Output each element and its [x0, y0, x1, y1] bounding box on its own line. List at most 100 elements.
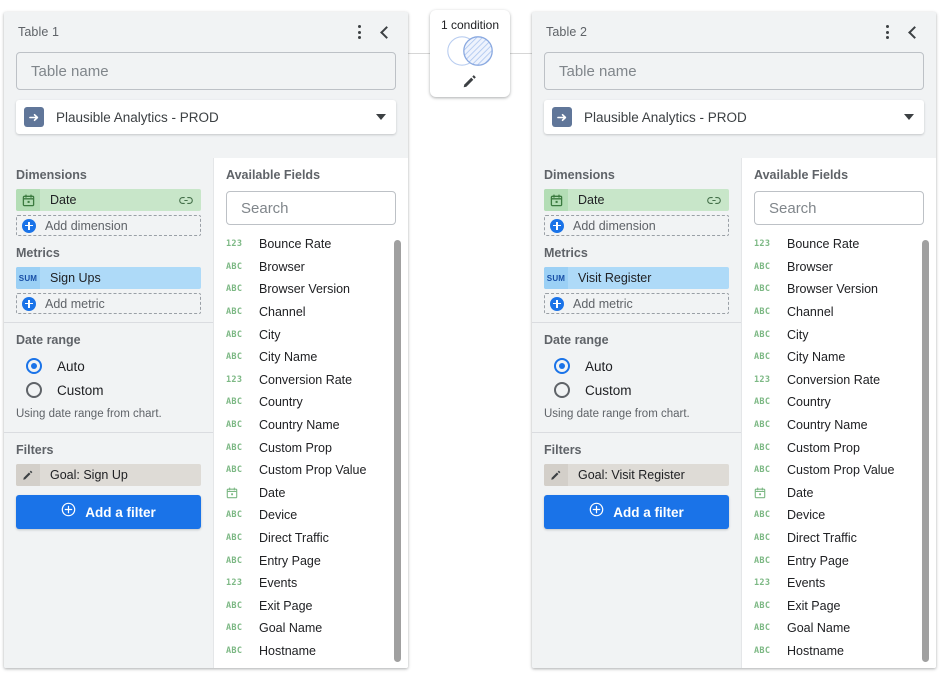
field-list-item[interactable]: ABCCustom Prop Value [226, 459, 408, 482]
field-list-item[interactable]: ABCCustom Prop [754, 436, 936, 459]
field-list-item[interactable]: ABCGoal Name [226, 617, 408, 640]
field-label: Browser [259, 260, 305, 274]
number-type-icon: 123 [754, 375, 778, 385]
chevron-left-icon[interactable] [372, 19, 398, 45]
field-list-item[interactable]: ABCExit Page [754, 595, 936, 618]
calendar-type-icon [754, 487, 778, 499]
field-list-item[interactable]: ABCBrowser [754, 256, 936, 279]
field-list-item[interactable]: ABCCountry Name [754, 414, 936, 437]
field-list-item[interactable]: ABCDirect Traffic [226, 527, 408, 550]
field-list-item[interactable]: ABCDevice [226, 504, 408, 527]
field-list-item[interactable]: ABCHostname [226, 640, 408, 663]
field-list-item[interactable]: 123Conversion Rate [754, 369, 936, 392]
add-dimension-button[interactable]: Add dimension [544, 215, 729, 236]
table-name-input[interactable]: Table name [544, 52, 924, 90]
plus-circle-outline-icon [61, 502, 76, 522]
field-list-item[interactable]: ABCBrowser [226, 256, 408, 279]
field-list-item[interactable]: ABCCountry Name [226, 414, 408, 437]
pencil-edit-icon[interactable] [462, 73, 478, 94]
add-metric-button[interactable]: Add metric [544, 293, 729, 314]
radio-custom-label: Custom [57, 383, 104, 398]
fields-scrollbar[interactable] [394, 240, 401, 662]
field-list-item[interactable]: Date [754, 482, 936, 505]
date-range-option-custom[interactable]: Custom [4, 378, 213, 402]
field-list-item[interactable]: Date [226, 482, 408, 505]
metric-chip[interactable]: SUM Visit Register [544, 267, 729, 289]
metric-chip[interactable]: SUM Sign Ups [16, 267, 201, 289]
add-metric-button[interactable]: Add metric [16, 293, 201, 314]
date-range-option-custom[interactable]: Custom [532, 378, 741, 402]
field-list-item[interactable]: ABCCustom Prop [226, 436, 408, 459]
field-list-item[interactable]: ABCEntry Page [754, 549, 936, 572]
add-filter-button[interactable]: Add a filter [16, 495, 201, 529]
chevron-down-icon[interactable] [376, 114, 386, 120]
dimension-chip-date[interactable]: Date [16, 189, 201, 211]
field-list-item[interactable]: ABCDirect Traffic [754, 527, 936, 550]
field-list-item[interactable]: ABCExit Page [226, 595, 408, 618]
more-vert-icon[interactable] [346, 19, 372, 45]
field-list-item[interactable]: 123Bounce Rate [754, 233, 936, 256]
radio-auto[interactable] [26, 358, 42, 374]
text-type-icon: ABC [226, 465, 250, 475]
field-list-item[interactable]: ABCGoal Name [754, 617, 936, 640]
field-list-item[interactable]: 123Conversion Rate [226, 369, 408, 392]
plus-circle-icon [22, 297, 36, 311]
add-dimension-label: Add dimension [45, 219, 128, 233]
date-range-hint: Using date range from chart. [4, 402, 213, 420]
date-range-option-auto[interactable]: Auto [532, 354, 741, 378]
text-type-icon: ABC [754, 397, 778, 407]
pencil-edit-icon[interactable] [16, 464, 40, 486]
plus-circle-icon [550, 219, 564, 233]
radio-custom[interactable] [554, 382, 570, 398]
text-type-icon: ABC [226, 623, 250, 633]
add-dimension-button[interactable]: Add dimension [16, 215, 201, 236]
connector-line-left [408, 53, 430, 54]
fields-scrollbar[interactable] [922, 240, 929, 662]
filter-chip[interactable]: Goal: Visit Register [544, 464, 729, 486]
field-label: Channel [259, 305, 306, 319]
text-type-icon: ABC [226, 420, 250, 430]
field-list-item[interactable]: ABCBrowser Version [754, 278, 936, 301]
field-list-item[interactable]: 123Bounce Rate [226, 233, 408, 256]
link-icon [179, 196, 193, 205]
data-source-select[interactable]: Plausible Analytics - PROD [16, 100, 396, 134]
add-filter-button[interactable]: Add a filter [544, 495, 729, 529]
field-label: Country [787, 395, 831, 409]
field-list-item[interactable]: ABCCity Name [226, 346, 408, 369]
field-list-item[interactable]: ABCBrowser Version [226, 278, 408, 301]
number-type-icon: 123 [754, 239, 778, 249]
data-source-select[interactable]: Plausible Analytics - PROD [544, 100, 924, 134]
chevron-left-icon[interactable] [900, 19, 926, 45]
date-range-option-auto[interactable]: Auto [4, 354, 213, 378]
field-list-item[interactable]: 123Events [754, 572, 936, 595]
search-input[interactable]: Search [226, 191, 396, 225]
field-list-item[interactable]: 123Events [226, 572, 408, 595]
field-list-item[interactable]: ABCEntry Page [226, 549, 408, 572]
chevron-down-icon[interactable] [904, 114, 914, 120]
radio-custom[interactable] [26, 382, 42, 398]
field-list-item[interactable]: ABCCustom Prop Value [754, 459, 936, 482]
field-list-item[interactable]: ABCChannel [226, 301, 408, 324]
add-metric-label: Add metric [45, 297, 105, 311]
filter-chip[interactable]: Goal: Sign Up [16, 464, 201, 486]
field-list-item[interactable]: ABCHostname [754, 640, 936, 663]
panel-title: Table 2 [546, 25, 874, 39]
dimension-chip-date[interactable]: Date [544, 189, 729, 211]
radio-auto[interactable] [554, 358, 570, 374]
join-condition-node[interactable]: 1 condition [430, 10, 510, 97]
text-type-icon: ABC [226, 556, 250, 566]
number-type-icon: 123 [226, 578, 250, 588]
field-list-item[interactable]: ABCCity [754, 323, 936, 346]
field-list-item[interactable]: ABCChannel [754, 301, 936, 324]
field-list-item[interactable]: ABCCity Name [754, 346, 936, 369]
field-list-item[interactable]: ABCCountry [226, 391, 408, 414]
field-list-item[interactable]: ABCCity [226, 323, 408, 346]
table-name-input[interactable]: Table name [16, 52, 396, 90]
text-type-icon: ABC [226, 646, 250, 656]
field-list-item[interactable]: ABC Country [754, 391, 936, 414]
field-label: Date [787, 486, 813, 500]
pencil-edit-icon[interactable] [544, 464, 568, 486]
field-list-item[interactable]: ABCDevice [754, 504, 936, 527]
more-vert-icon[interactable] [874, 19, 900, 45]
search-input[interactable]: Search [754, 191, 924, 225]
